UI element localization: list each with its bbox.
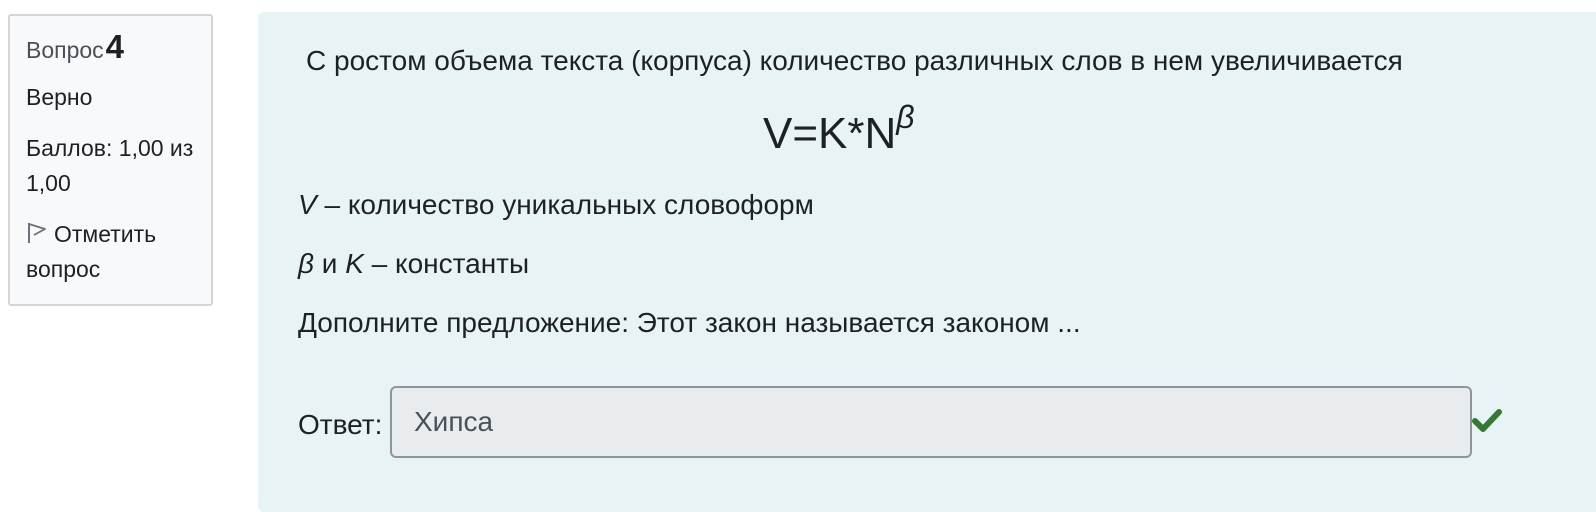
question-text: С ростом объема текста (корпуса) количес… <box>306 45 1403 76</box>
definition-beta-symbol: β <box>298 248 314 279</box>
formula-base: V=K*N <box>763 109 897 158</box>
answer-input[interactable]: Хипса <box>390 386 1472 458</box>
question-number-heading: Вопрос4 <box>26 26 196 71</box>
definition-v: V – количество уникальных словоформ <box>298 186 814 224</box>
flag-question-button[interactable]: Отметить вопрос <box>26 217 196 287</box>
answer-label: Ответ: <box>298 409 383 440</box>
question-label: Вопрос <box>26 37 104 63</box>
definition-constants-text: – константы <box>363 248 530 279</box>
question-grade: Баллов: 1,00 из 1,00 <box>26 135 194 196</box>
definition-v-text: – количество уникальных словоформ <box>316 189 814 220</box>
check-icon <box>1472 408 1502 439</box>
question-state: Верно <box>26 84 93 110</box>
formula-exponent: β <box>896 99 915 135</box>
question-number: 4 <box>105 28 125 65</box>
formula: V=K*Nβ <box>763 101 915 160</box>
question-prompt: Дополните предложение: Этот закон называ… <box>298 307 1081 338</box>
definition-v-symbol: V <box>298 189 317 220</box>
question-info-panel: Вопрос4 Верно Баллов: 1,00 из 1,00 Отмет… <box>8 14 213 306</box>
definition-k-symbol: K <box>345 248 364 279</box>
definition-constants: β и K – константы <box>298 245 529 283</box>
definition-conjunction: и <box>314 248 346 279</box>
question-content-panel: С ростом объема текста (корпуса) количес… <box>258 12 1596 512</box>
flag-icon <box>28 223 46 243</box>
